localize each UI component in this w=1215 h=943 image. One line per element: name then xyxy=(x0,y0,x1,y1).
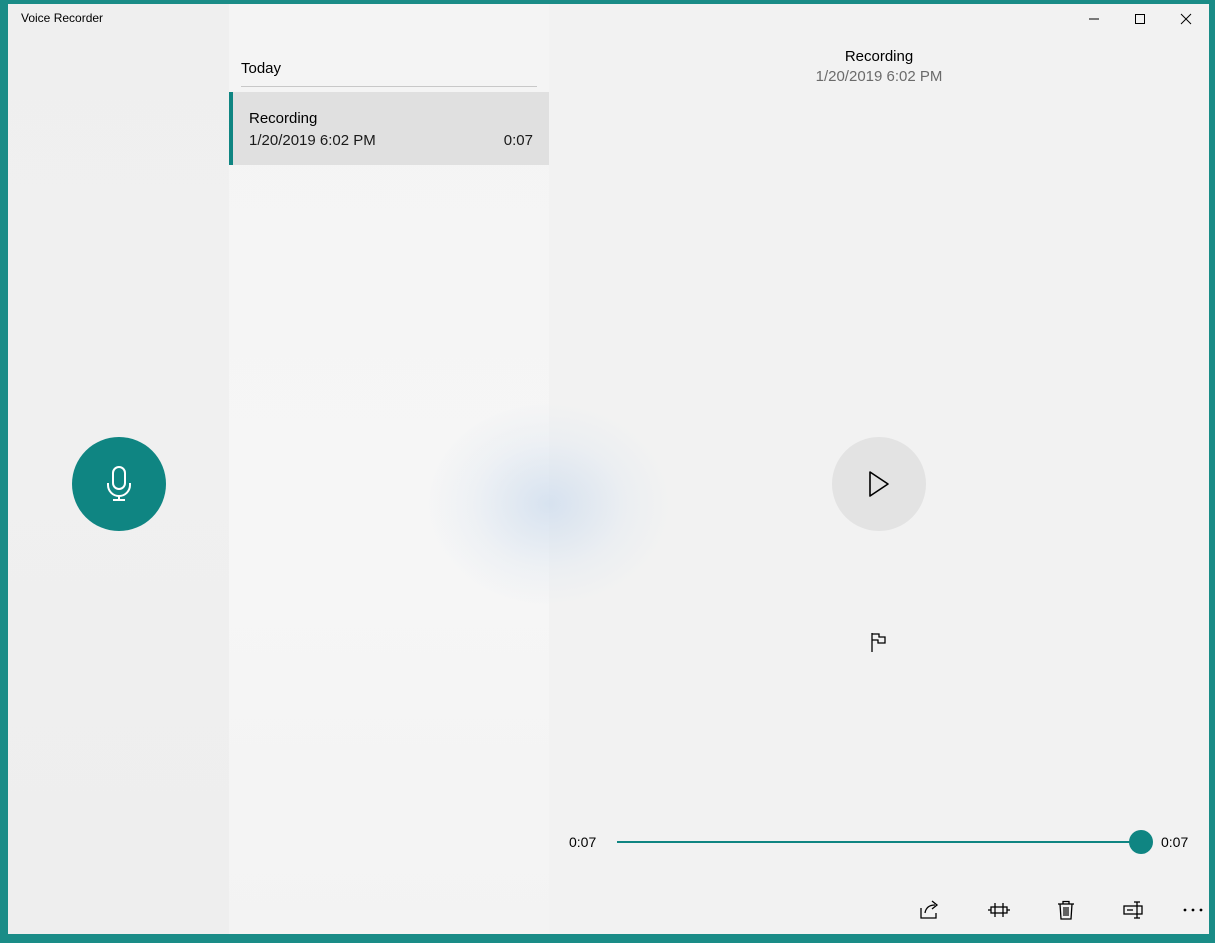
maximize-button[interactable] xyxy=(1117,4,1163,34)
group-divider xyxy=(241,86,537,87)
maximize-icon xyxy=(1135,14,1145,24)
play-button[interactable] xyxy=(832,437,926,531)
rename-button[interactable] xyxy=(1114,896,1154,924)
recording-duration: 0:07 xyxy=(503,132,533,149)
playback-pane: Recording 1/20/2019 6:02 PM 0:07 0:07 xyxy=(549,4,1209,934)
recording-date: 1/20/2019 6:02 PM xyxy=(249,132,376,149)
voice-recorder-window: Today Recording 1/20/2019 6:02 PM 0:07 R… xyxy=(8,4,1209,934)
microphone-icon xyxy=(107,466,131,501)
flag-icon xyxy=(871,633,886,652)
minimize-icon xyxy=(1089,18,1099,20)
recording-name: Recording xyxy=(249,110,318,127)
playback-title: Recording xyxy=(844,48,914,65)
recordings-list-pane: Today Recording 1/20/2019 6:02 PM 0:07 xyxy=(229,4,669,934)
share-button[interactable] xyxy=(910,896,950,924)
recording-list-item[interactable]: Recording 1/20/2019 6:02 PM 0:07 xyxy=(229,92,549,165)
rename-icon xyxy=(1123,901,1143,919)
play-icon xyxy=(869,471,889,497)
trim-icon xyxy=(988,903,1010,917)
record-pane xyxy=(8,4,229,934)
window-title: Voice Recorder xyxy=(21,11,104,25)
record-button[interactable] xyxy=(72,437,166,531)
delete-icon xyxy=(1058,900,1074,920)
close-button[interactable] xyxy=(1163,4,1209,34)
seek-thumb[interactable] xyxy=(1129,830,1153,854)
more-options-button[interactable] xyxy=(1173,896,1209,924)
delete-button[interactable] xyxy=(1046,896,1086,924)
share-icon xyxy=(920,900,939,919)
trim-button[interactable] xyxy=(979,896,1019,924)
current-time: 0:07 xyxy=(569,834,597,850)
total-time: 0:07 xyxy=(1161,834,1189,850)
seek-track[interactable] xyxy=(617,841,1141,843)
group-header-today: Today xyxy=(241,60,282,77)
minimize-button[interactable] xyxy=(1071,4,1117,34)
title-bar: Voice Recorder xyxy=(8,4,1209,36)
add-marker-button[interactable] xyxy=(867,630,891,654)
close-icon xyxy=(1180,13,1192,25)
playback-date: 1/20/2019 6:02 PM xyxy=(815,68,943,85)
more-icon xyxy=(1183,908,1203,912)
